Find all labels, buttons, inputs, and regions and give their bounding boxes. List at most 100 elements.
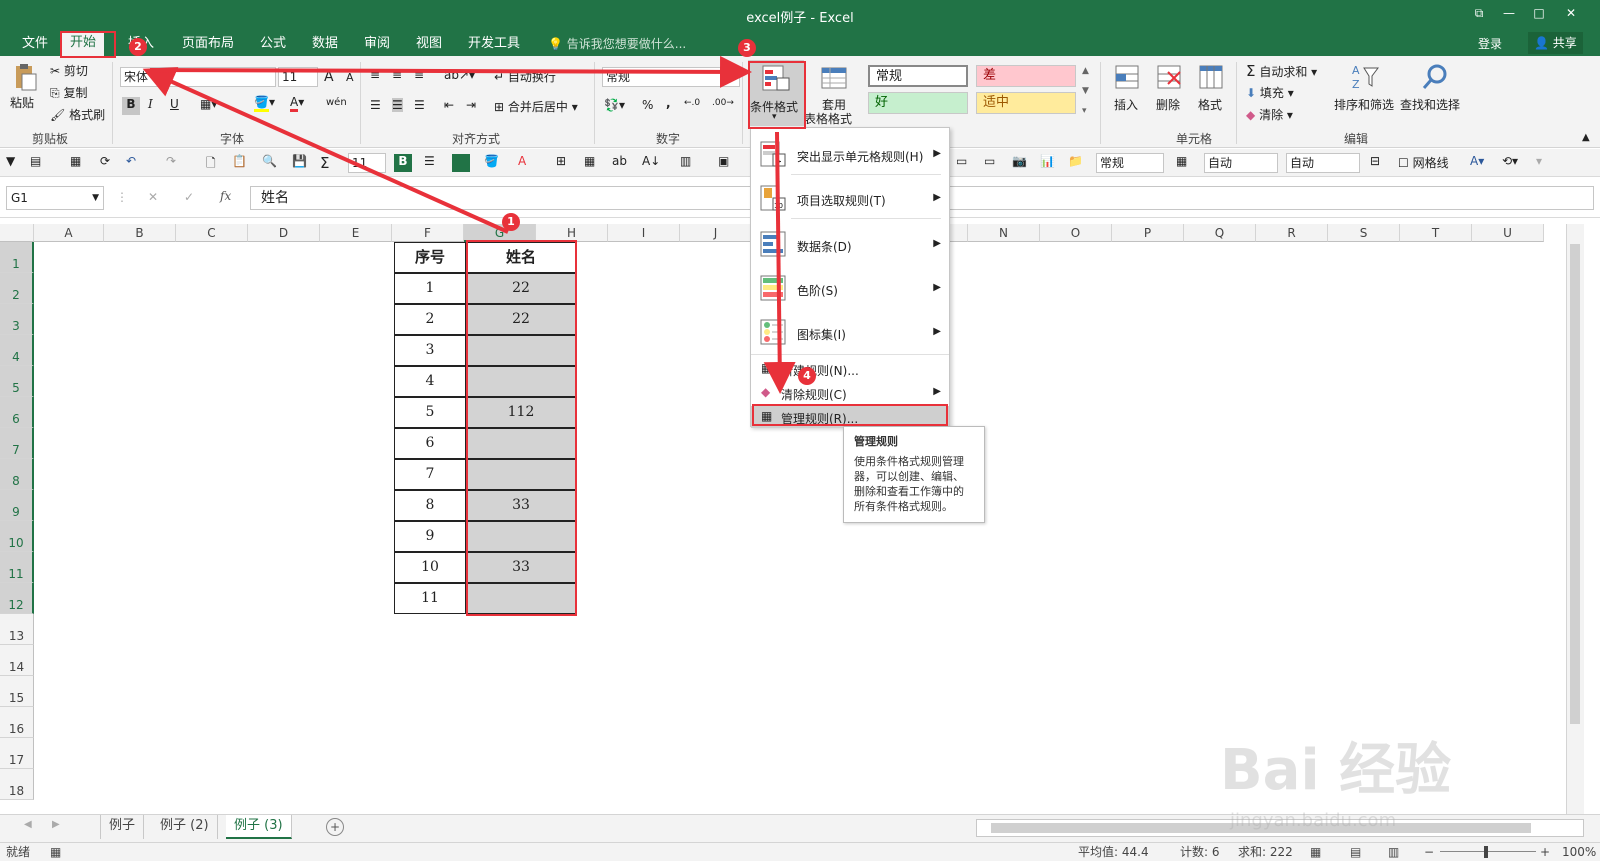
style-good[interactable]: 好 (868, 92, 968, 114)
zoom-in-icon[interactable]: + (1540, 843, 1550, 861)
style-normal[interactable]: 常规 (868, 65, 968, 87)
table-cell-index[interactable]: 2 (394, 304, 466, 335)
center-qat-icon[interactable]: ☰ (424, 154, 442, 172)
cut-button[interactable]: ✂ 剪切 (50, 62, 88, 79)
minimize-button[interactable]: — (1494, 4, 1524, 24)
format-painter-button[interactable]: 🖌 格式刷 (50, 106, 105, 123)
decrease-decimal-icon[interactable]: .00→ (712, 98, 734, 108)
row-header-8[interactable]: 8 (0, 459, 34, 490)
macro-record-icon[interactable]: ▦ (50, 843, 61, 861)
table-format-label-2[interactable]: 表格格式 (804, 110, 852, 127)
row-header-16[interactable]: 16 (0, 707, 34, 738)
sheet-tab-2[interactable]: 例子 (2) (152, 815, 218, 839)
format-cells-icon[interactable] (1196, 62, 1226, 92)
style-neutral[interactable]: 适中 (976, 92, 1076, 114)
styles-more-icon[interactable]: ▾ (1082, 106, 1087, 116)
comma-button[interactable]: , (666, 96, 671, 110)
clear-button[interactable]: ◆ 清除 ▾ (1246, 106, 1293, 123)
tab-view[interactable]: 视图 (408, 34, 450, 56)
gridlines-checkbox[interactable]: ☐ 网格线 (1398, 154, 1468, 172)
row-header-5[interactable]: 5 (0, 366, 34, 397)
qat-font-size-select[interactable]: 11 (348, 153, 386, 173)
column-header-s[interactable]: S (1328, 224, 1400, 242)
column-header-b[interactable]: B (104, 224, 176, 242)
column-header-p[interactable]: P (1112, 224, 1184, 242)
scroll-left-icon[interactable]: ◀ (24, 819, 32, 830)
menu-clear-rules[interactable]: ◆ 清除规则(C) ▶ (751, 382, 949, 404)
row-header-2[interactable]: 2 (0, 273, 34, 304)
font-color-qat-icon[interactable]: A (518, 154, 536, 172)
row-header-7[interactable]: 7 (0, 428, 34, 459)
close-button[interactable]: ✕ (1556, 4, 1586, 24)
refresh-icon[interactable]: ⟳ (100, 154, 118, 172)
find-select-button[interactable]: 查找和选择 (1400, 96, 1460, 113)
format-qat-icon[interactable]: ▦ (1176, 154, 1194, 172)
row-header-14[interactable]: 14 (0, 645, 34, 676)
row-header-1[interactable]: 1 (0, 242, 34, 273)
delete-cells-button[interactable]: 删除 (1156, 96, 1180, 113)
fill-color-icon[interactable]: 🪣▾ (254, 95, 275, 112)
table-cell-index[interactable]: 3 (394, 335, 466, 366)
wrap-text-button[interactable]: ↵ 自动换行 (494, 68, 556, 85)
font-color-icon[interactable]: A▾ (290, 95, 304, 112)
tab-review[interactable]: 审阅 (356, 34, 398, 56)
qat-auto-select-2[interactable]: 自动 (1286, 153, 1360, 173)
delete-cells-icon[interactable] (1154, 62, 1184, 92)
ribbon-display-icon[interactable]: ⧉ (1464, 4, 1494, 24)
undo-icon[interactable]: ↶ (126, 154, 144, 172)
fill-qat-icon[interactable]: 🪣 (484, 154, 502, 172)
insert-cells-button[interactable]: 插入 (1114, 96, 1138, 113)
save-icon[interactable]: 💾 (292, 154, 310, 172)
menu-highlight-rules[interactable]: > 突出显示单元格规则(H) ▶ (751, 134, 949, 174)
sort-filter-button[interactable]: 排序和筛选 (1334, 96, 1394, 113)
color-block-icon[interactable] (452, 154, 470, 172)
maximize-button[interactable]: □ (1524, 4, 1554, 24)
column-header-r[interactable]: R (1256, 224, 1328, 242)
row-header-11[interactable]: 11 (0, 552, 34, 583)
login-link[interactable]: 登录 (1478, 35, 1502, 52)
tab-developer[interactable]: 开发工具 (460, 34, 528, 56)
column-header-q[interactable]: Q (1184, 224, 1256, 242)
sort-qat-icon[interactable]: A↓ (642, 154, 660, 172)
sort-filter-icon[interactable]: AZ (1350, 62, 1380, 92)
window-qat-icon[interactable]: ▭ (956, 154, 974, 172)
sheet-tab-1[interactable]: 例子 (100, 815, 145, 839)
tell-me-box[interactable]: 💡 告诉我您想要做什么... (548, 35, 686, 52)
header-cell-index[interactable]: 序号 (394, 242, 466, 273)
align-left-icon[interactable]: ☰ (370, 98, 381, 112)
table-format-icon[interactable] (820, 64, 850, 94)
decrease-indent-icon[interactable]: ⇤ (444, 98, 454, 112)
menu-color-scales[interactable]: 色阶(S) ▶ (751, 266, 949, 310)
add-sheet-button[interactable]: + (326, 818, 344, 836)
column-header-e[interactable]: E (320, 224, 392, 242)
style-bad[interactable]: 差 (976, 65, 1076, 87)
gridview-qat-icon[interactable]: ▦ (584, 154, 602, 172)
italic-button[interactable]: I (148, 97, 153, 111)
table-cell-index[interactable]: 1 (394, 273, 466, 304)
row-header-10[interactable]: 10 (0, 521, 34, 552)
layout-qat-icon[interactable]: ▥ (680, 154, 698, 172)
qat-style-select[interactable]: 常规 (1096, 153, 1164, 173)
table-cell-index[interactable]: 8 (394, 490, 466, 521)
select-all-corner[interactable] (0, 224, 34, 242)
enter-icon[interactable]: ✓ (184, 190, 194, 204)
row-header-3[interactable]: 3 (0, 304, 34, 335)
tab-data[interactable]: 数据 (304, 34, 346, 56)
table-cell-index[interactable]: 11 (394, 583, 466, 614)
font-size-select[interactable]: 11 (278, 67, 318, 87)
align-middle-icon[interactable]: ≡ (392, 68, 402, 82)
freeze-qat-icon[interactable]: ⊟ (1370, 154, 1388, 172)
bold-qat-icon[interactable]: B (394, 154, 412, 172)
qat-auto-select-1[interactable]: 自动 (1204, 153, 1278, 173)
table-cell-index[interactable]: 5 (394, 397, 466, 428)
paste-button[interactable]: 粘贴 (10, 94, 34, 111)
more-qat-icon[interactable]: ▾ (1536, 154, 1554, 172)
scroll-thumb[interactable] (1570, 244, 1580, 724)
table-cell-index[interactable]: 10 (394, 552, 466, 583)
underline-button[interactable]: U (170, 97, 179, 111)
align-top-icon[interactable]: ≡ (370, 68, 380, 82)
merge-qat-icon[interactable]: ▣ (718, 154, 736, 172)
new-file-icon[interactable]: 🗋 (206, 154, 224, 172)
sum-icon[interactable]: Σ (320, 154, 338, 172)
table-cell-index[interactable]: 4 (394, 366, 466, 397)
